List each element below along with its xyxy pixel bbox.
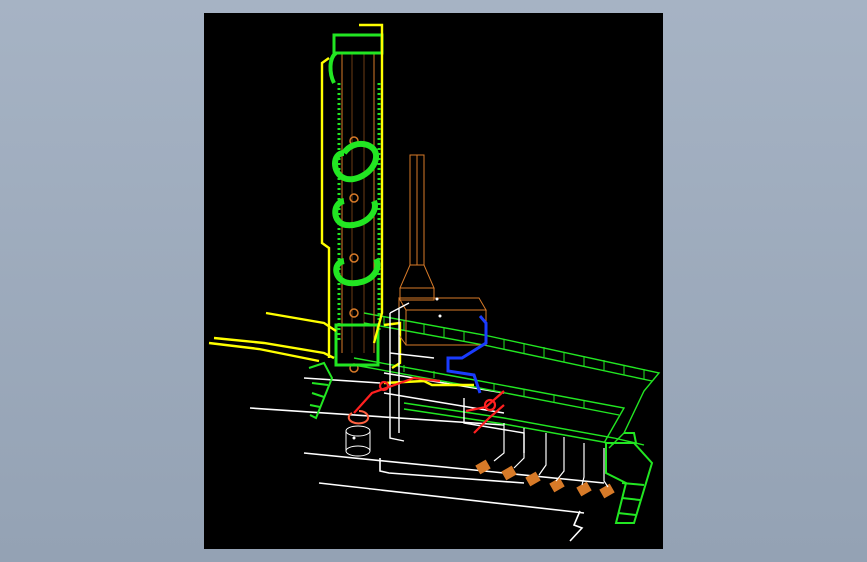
red-pipes [353, 376, 505, 434]
access-stairs [308, 361, 654, 524]
vertical-tank [345, 410, 371, 457]
pump [549, 477, 565, 493]
pump [501, 465, 517, 481]
pump [576, 481, 592, 497]
structural-frame [383, 302, 525, 453]
cad-viewport[interactable] [204, 13, 663, 549]
pump [599, 483, 615, 499]
exhaust-stack [399, 154, 435, 301]
plant-3d-wireframe [208, 23, 661, 542]
ground-pipes [249, 372, 605, 542]
